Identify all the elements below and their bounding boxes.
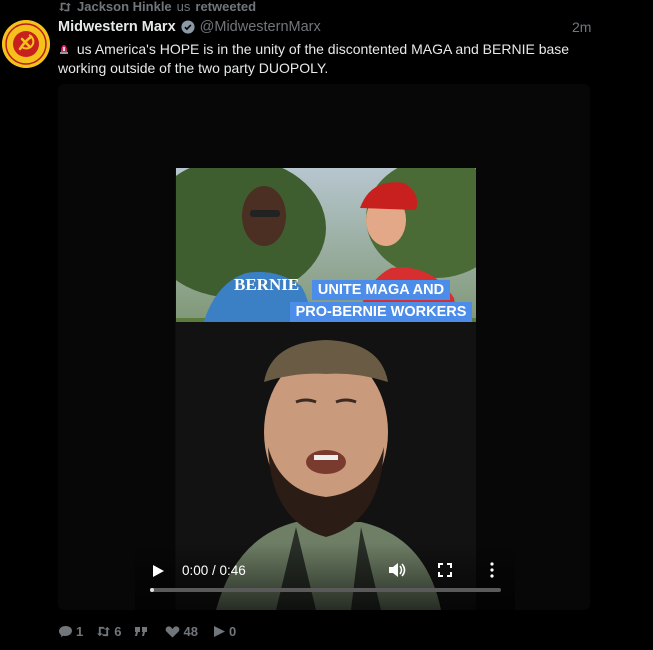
retweet-icon xyxy=(59,2,71,12)
handle[interactable]: @MidwesternMarx xyxy=(200,18,321,36)
video-caption: UNITE MAGA AND PRO-BERNIE WORKERS xyxy=(286,280,476,322)
tweet-text: us America's HOPE is in the unity of the… xyxy=(58,40,578,78)
reply-icon xyxy=(59,626,72,637)
progress-fill xyxy=(150,588,154,592)
avatar[interactable] xyxy=(2,20,50,68)
display-name[interactable]: Midwestern Marx xyxy=(58,18,176,36)
retweet-context: Jackson Hinkle us retweeted xyxy=(58,0,256,14)
retweet-icon xyxy=(97,626,111,637)
quote-button[interactable] xyxy=(134,625,152,638)
more-options-icon[interactable] xyxy=(489,562,495,578)
siren-icon xyxy=(60,45,68,54)
retweeter-name[interactable]: Jackson Hinkle xyxy=(77,0,172,14)
timestamp[interactable]: 2m xyxy=(572,18,591,36)
tweet-header: Midwestern Marx @MidwesternMarx xyxy=(58,18,593,36)
video-player[interactable]: BERNIE UNITE MAGA AND PRO-BERNIE WORKERS… xyxy=(58,84,590,610)
reply-count: 1 xyxy=(76,624,84,639)
like-button[interactable]: 48 xyxy=(165,624,198,639)
verified-badge-icon xyxy=(181,20,195,34)
video-controls: 0:00 / 0:46 xyxy=(135,542,515,610)
quote-icon xyxy=(135,627,148,636)
retweet-count: 6 xyxy=(114,624,122,639)
retweeter-flag: us xyxy=(176,0,191,14)
tweet-body: America's HOPE is in the unity of the di… xyxy=(58,41,570,76)
retweet-suffix: retweeted xyxy=(195,0,257,14)
tweet-actions: 1 6 48 0 xyxy=(58,624,249,639)
play-views-icon xyxy=(213,626,225,637)
time-display: 0:00 / 0:46 xyxy=(182,563,246,578)
midwestern-marx-logo xyxy=(2,20,50,68)
retweet-button[interactable]: 6 xyxy=(96,624,121,639)
caption-line-1: UNITE MAGA AND xyxy=(311,280,451,300)
fullscreen-icon[interactable] xyxy=(438,563,452,577)
like-count: 48 xyxy=(183,624,198,639)
play-icon[interactable] xyxy=(151,564,165,578)
tweet-text-flag: us xyxy=(76,41,92,57)
caption-line-2: PRO-BERNIE WORKERS xyxy=(289,302,473,322)
heart-icon xyxy=(166,626,180,638)
views-button[interactable]: 0 xyxy=(211,624,236,639)
volume-icon[interactable] xyxy=(388,562,406,578)
progress-bar[interactable] xyxy=(150,588,501,592)
reply-button[interactable]: 1 xyxy=(58,624,83,639)
views-count: 0 xyxy=(228,624,237,639)
